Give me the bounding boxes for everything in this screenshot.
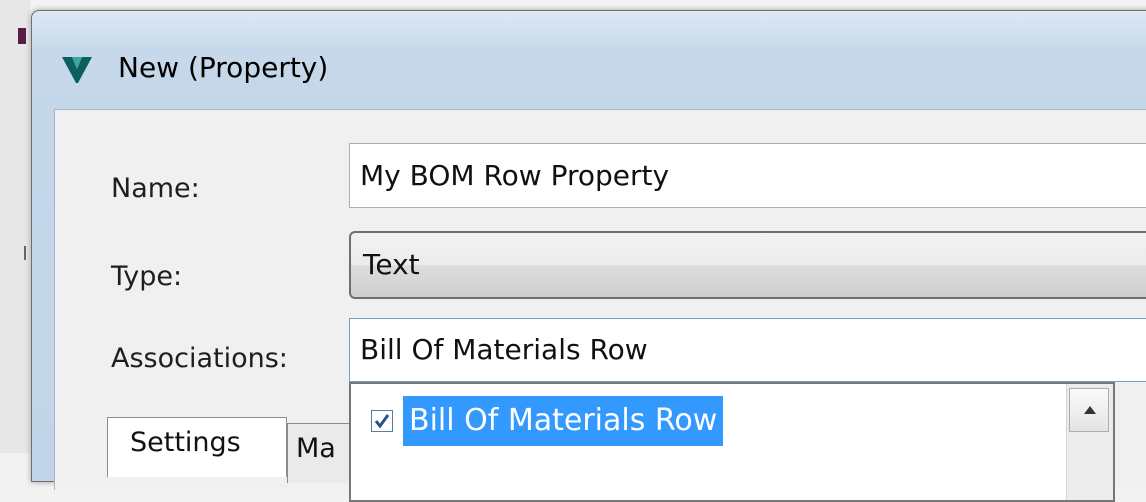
type-select[interactable]: Text	[349, 231, 1146, 299]
title-bar[interactable]: New (Property)	[32, 11, 1146, 85]
associations-label: Associations:	[111, 343, 288, 374]
list-item[interactable]: Bill Of Materials Row	[365, 394, 1105, 446]
dropdown-scrollbar[interactable]	[1066, 384, 1113, 500]
dialog-body: Name: My BOM Row Property Type: Text Ass…	[54, 109, 1146, 502]
new-property-dialog: New (Property) Name: My BOM Row Property…	[31, 10, 1146, 502]
list-item-label: Bill Of Materials Row	[403, 396, 724, 446]
scroll-up-button[interactable]	[1069, 388, 1109, 432]
associations-dropdown-list: Bill Of Materials Row	[349, 382, 1115, 502]
window-title: New (Property)	[118, 51, 329, 84]
associations-field[interactable]: Bill Of Materials Row	[349, 318, 1146, 382]
checkmark-icon	[374, 414, 390, 429]
type-label: Type:	[111, 261, 183, 292]
background-window	[0, 0, 30, 453]
tab-settings[interactable]: Settings	[107, 417, 287, 477]
bom-row-checkbox[interactable]	[371, 410, 393, 432]
background-window-edge	[18, 28, 26, 44]
vault-logo-icon	[62, 55, 92, 85]
name-label: Name:	[111, 173, 200, 204]
chevron-up-icon	[1084, 406, 1096, 414]
name-field[interactable]: My BOM Row Property	[349, 143, 1146, 208]
